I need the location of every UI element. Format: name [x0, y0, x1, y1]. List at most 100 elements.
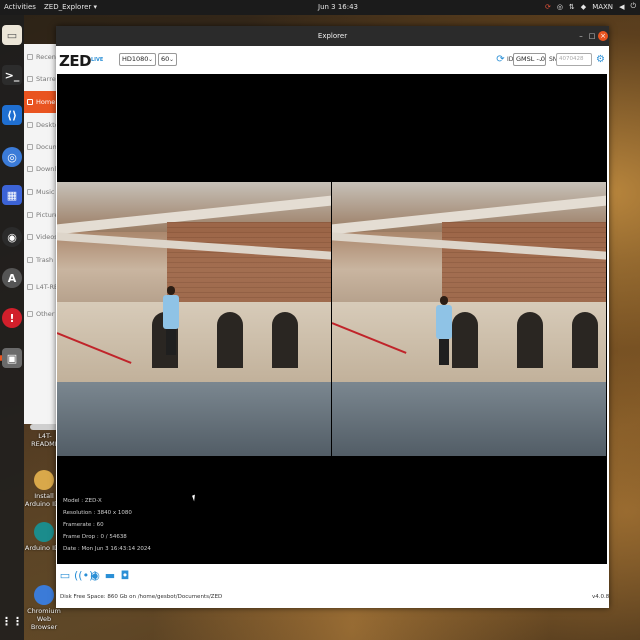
explorer-window: Explorer – □ × ZED LIVE HD1080 ⌄ 60 ⌄ ⟳ …	[56, 26, 609, 608]
system-tray[interactable]: ⟳ ◎ ⇅ ◆ MAXN ◀ ⏻	[545, 2, 636, 11]
drive-icon	[27, 284, 33, 290]
plus-icon	[27, 311, 33, 317]
close-button[interactable]: ×	[598, 31, 608, 41]
mouse-cursor-icon	[192, 494, 197, 502]
power-icon[interactable]: ⏻	[630, 2, 636, 11]
dock-active-indicator	[0, 355, 2, 361]
minimize-button[interactable]: –	[576, 31, 586, 41]
volume-icon[interactable]: ◀	[619, 3, 624, 11]
archway	[572, 312, 598, 368]
files-item-l4t-readme[interactable]: L4T-README	[24, 276, 58, 298]
version-label: v4.0.8	[592, 594, 610, 600]
info-model: Model : ZED-X	[63, 498, 102, 504]
archway	[517, 312, 543, 368]
terminal-dock-icon[interactable]: >_	[2, 65, 22, 85]
help-dock-icon[interactable]: !	[2, 308, 22, 328]
svo-icon[interactable]: ▬	[104, 570, 116, 582]
person-body	[436, 305, 452, 339]
desktop-folder-icon	[27, 122, 33, 128]
zed-logo: ZED	[59, 52, 92, 70]
brick-wall	[166, 222, 331, 312]
activities-button[interactable]: Activities	[4, 3, 36, 11]
chromium-dock-icon[interactable]: ◎	[2, 147, 22, 167]
archway	[452, 312, 478, 368]
network-icon[interactable]: ⇅	[569, 3, 575, 11]
files-item-trash[interactable]: Trash	[24, 249, 58, 271]
star-icon	[27, 76, 33, 82]
update-icon[interactable]: ⟳	[545, 3, 551, 11]
files-item-other-locations[interactable]: Other Locations	[24, 303, 58, 325]
clock[interactable]: Jun 3 16:43	[318, 3, 358, 11]
files-item-music[interactable]: Music	[24, 181, 58, 203]
tray-user[interactable]: MAXN	[592, 3, 613, 11]
maximize-button[interactable]: □	[587, 31, 597, 41]
fps-select[interactable]: 60 ⌄	[158, 53, 177, 66]
chrome-icon[interactable]: ◎	[557, 3, 563, 11]
snapshot-icon[interactable]: ◘	[119, 570, 131, 582]
person-legs	[166, 329, 176, 355]
chromium-icon	[34, 585, 54, 605]
files-item-pictures[interactable]: Pictures	[24, 204, 58, 226]
brick-wall	[441, 222, 606, 312]
app-menu[interactable]: ZED_Explorer ▾	[44, 3, 97, 11]
trash-icon	[27, 257, 33, 263]
camera-id-select[interactable]: GMSL - 0 ⌄	[513, 53, 546, 66]
refresh-icon[interactable]: ⟳	[495, 54, 506, 65]
resolution-select[interactable]: HD1080 ⌄	[119, 53, 156, 66]
live-label: LIVE	[91, 57, 104, 63]
music-folder-icon	[27, 189, 33, 195]
archway	[272, 312, 298, 368]
nvidia-icon[interactable]: ◆	[581, 3, 586, 11]
archway	[217, 312, 243, 368]
info-resolution: Resolution : 3840 x 1080	[63, 510, 132, 516]
downloads-folder-icon	[27, 166, 33, 172]
window-titlebar[interactable]: Explorer – □ ×	[56, 26, 609, 46]
arduino-dock-icon[interactable]: A	[2, 268, 22, 288]
disk-free-space: Disk Free Space: 860 Gb on /home/gesbot/…	[60, 594, 223, 600]
person-head	[167, 286, 175, 295]
window-title: Explorer	[317, 32, 348, 40]
vscode-dock-icon[interactable]: ⟨⟩	[2, 105, 22, 125]
explorer-toolbar: ZED LIVE HD1080 ⌄ 60 ⌄ ⟳ ID GMSL - 0 ⌄ S…	[56, 46, 609, 74]
system-top-bar: Activities ZED_Explorer ▾ Jun 3 16:43 ⟳ …	[0, 0, 640, 15]
info-date: Date : Mon Jun 3 16:43:14 2024	[63, 546, 151, 552]
videos-folder-icon	[27, 234, 33, 240]
files-dock-icon[interactable]: ▭	[2, 25, 22, 45]
video-viewport[interactable]: Model : ZED-X Resolution : 3840 x 1080 F…	[57, 74, 607, 564]
script-icon	[34, 470, 54, 490]
stream-icon[interactable]: ((•))	[74, 570, 98, 582]
obs-dock-icon[interactable]: ◉	[2, 227, 22, 247]
chevron-down-icon: ⌄	[168, 56, 174, 63]
pictures-folder-icon	[27, 212, 33, 218]
chevron-down-icon: ⌄	[147, 56, 153, 63]
documents-folder-icon	[27, 144, 33, 150]
dock: ▭ >_ ⟨⟩ ◎ ▦ ◉ A ! ▣ ⋮⋮	[0, 15, 24, 640]
files-item-starred[interactable]: Starred	[24, 68, 58, 90]
files-item-downloads[interactable]: Downloads	[24, 158, 58, 180]
clock-icon	[27, 54, 33, 60]
files-item-documents[interactable]: Documents	[24, 136, 58, 158]
record-icon[interactable]: ◉	[89, 570, 101, 582]
settings-gear-icon[interactable]: ⚙	[595, 54, 606, 65]
info-framerate: Framerate : 60	[63, 522, 104, 528]
files-item-videos[interactable]: Videos	[24, 226, 58, 248]
explorer-dock-icon[interactable]: ▣	[2, 348, 22, 368]
folder-icon[interactable]: ▭	[59, 570, 71, 582]
files-item-recent[interactable]: Recent	[24, 46, 58, 68]
show-apps-icon[interactable]: ⋮⋮	[1, 611, 23, 631]
arduino-icon	[34, 522, 54, 542]
info-frame-drop: Frame Drop : 0 / 54638	[63, 534, 127, 540]
person-legs	[439, 339, 449, 365]
files-window-sidebar: Recent Starred Home Desktop Documents Do…	[24, 44, 58, 424]
chevron-down-icon: ⌄	[537, 56, 543, 63]
serial-number-field[interactable]: 4070428	[556, 53, 592, 66]
floor	[57, 382, 331, 456]
person-body	[163, 295, 179, 329]
person-head	[440, 296, 448, 305]
home-icon	[27, 99, 33, 105]
files-item-home[interactable]: Home	[24, 91, 58, 113]
floor	[332, 382, 606, 456]
files-item-desktop[interactable]: Desktop	[24, 114, 58, 136]
screenshot-dock-icon[interactable]: ▦	[2, 185, 22, 205]
left-camera-frame	[57, 182, 331, 456]
